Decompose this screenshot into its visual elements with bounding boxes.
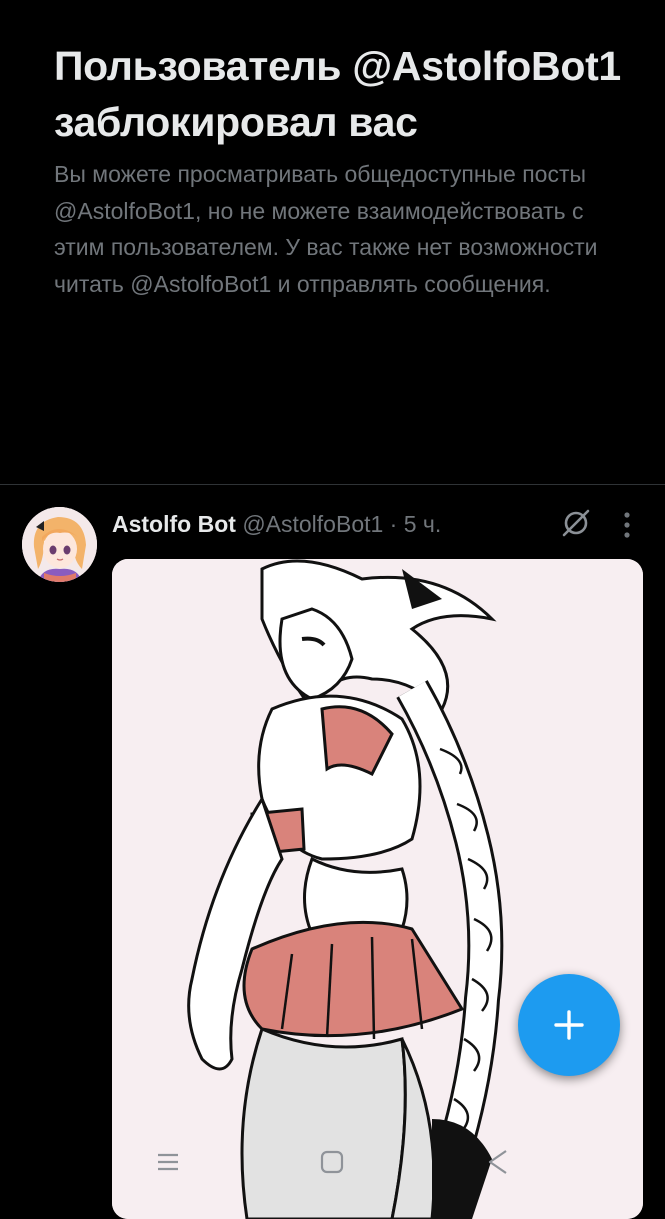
post-meta: @AstolfoBot1 · 5 ч. (242, 511, 442, 537)
system-navigation-bar (0, 1130, 665, 1200)
blocked-title: Пользователь @AstolfoBot1 заблокировал в… (54, 43, 621, 145)
author-name[interactable]: Astolfo Bot (112, 511, 236, 537)
recents-icon[interactable] (148, 1142, 188, 1182)
blocked-notice: Пользователь @AstolfoBot1 заблокировал в… (54, 38, 634, 302)
post-header: Astolfo Bot @AstolfoBot1 · 5 ч. (112, 509, 441, 539)
avatar-illustration (22, 507, 97, 582)
avatar[interactable] (22, 507, 97, 582)
plus-icon (554, 1010, 584, 1040)
more-vertical-icon[interactable] (616, 509, 638, 541)
home-icon[interactable] (312, 1142, 352, 1182)
post-illustration (112, 559, 643, 1219)
divider (0, 484, 665, 485)
post-image[interactable] (112, 559, 643, 1219)
back-icon[interactable] (478, 1142, 518, 1182)
compose-button[interactable] (518, 974, 620, 1076)
grok-slash-icon[interactable] (560, 507, 592, 539)
blocked-description: Вы можете просматривать общедоступные по… (54, 161, 598, 297)
